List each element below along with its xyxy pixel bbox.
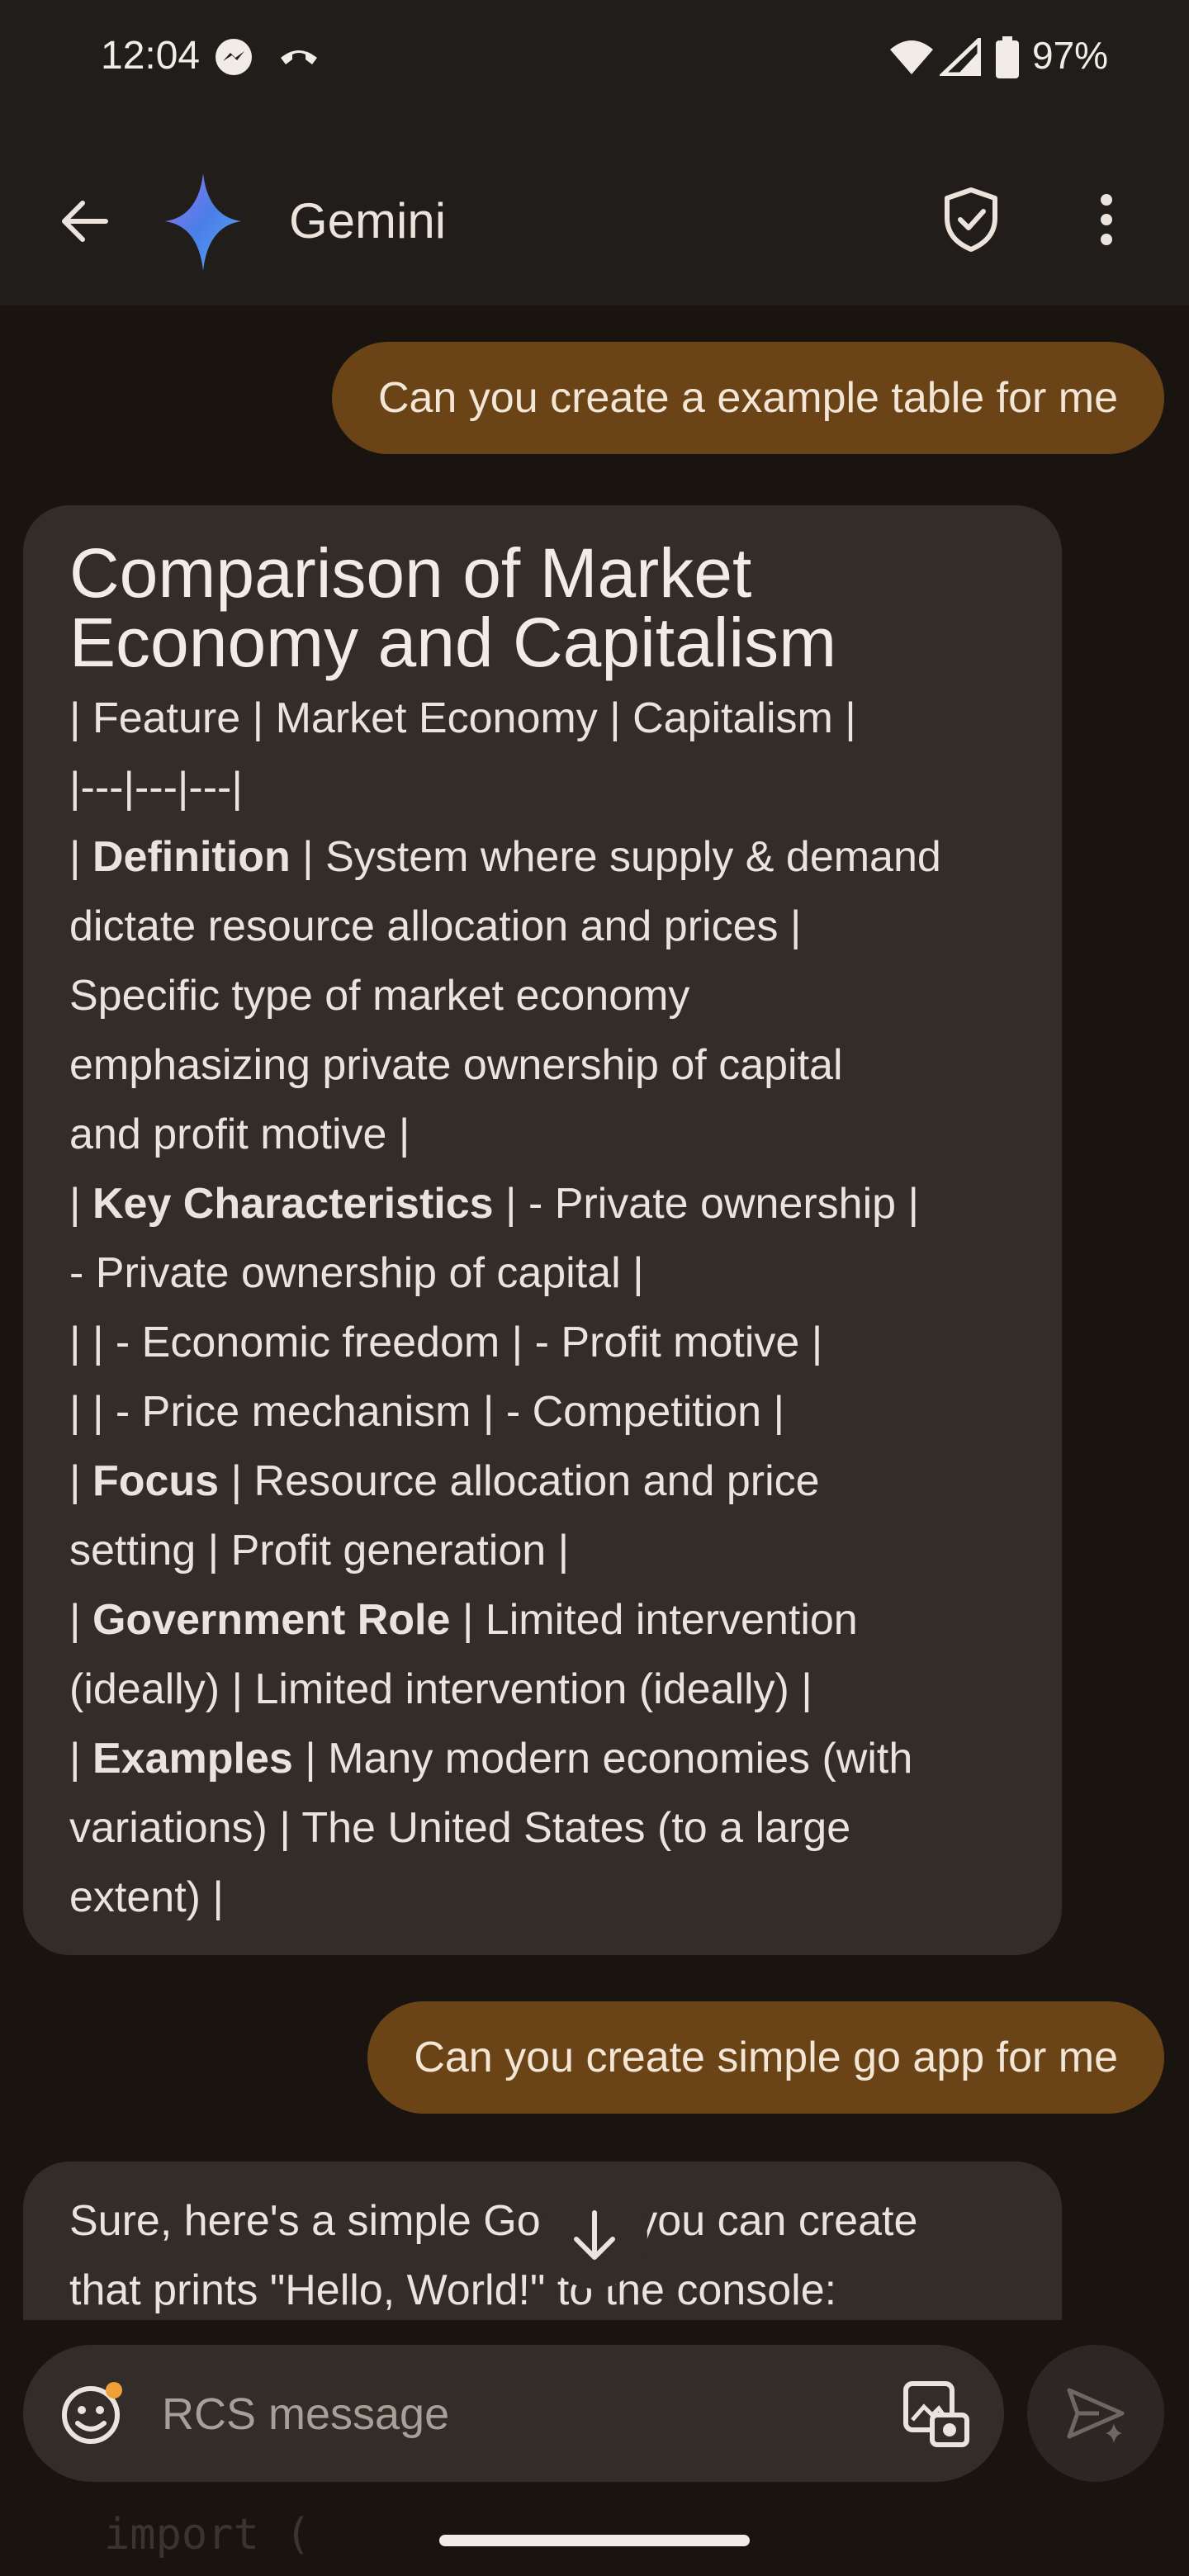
attach-media-button[interactable] — [897, 2375, 974, 2452]
user-message: Can you create a example table for me — [331, 342, 1164, 454]
wifi-icon — [888, 38, 935, 80]
status-time: 12:04 — [101, 34, 201, 78]
table-line: | Focus | Resource allocation and price — [69, 1457, 820, 1505]
home-indicator — [439, 2535, 750, 2546]
call-icon — [276, 36, 322, 82]
table-line: emphasizing private ownership of capital — [69, 1041, 843, 1089]
response-heading: Comparison of Market Economy and Capital… — [69, 538, 1016, 677]
table-line: dictate resource allocation and prices | — [69, 902, 802, 950]
scroll-to-bottom-button[interactable] — [542, 2183, 647, 2289]
table-line: | Definition | System where supply & dem… — [69, 833, 941, 881]
app-bar: Gemini — [0, 124, 1189, 305]
privacy-button[interactable] — [930, 178, 1012, 261]
row-text: | System where supply & demand — [290, 833, 941, 881]
user-message: Can you create simple go app for me — [367, 2001, 1164, 2114]
arrow-down-icon — [574, 2210, 615, 2260]
row-label: Key Characteristics — [92, 1180, 494, 1228]
send-icon — [1067, 2388, 1125, 2443]
table-line: and profit motive | — [69, 1110, 410, 1158]
row-text: | Many modern economies (with — [292, 1735, 913, 1783]
row-label: Government Role — [92, 1596, 451, 1644]
table-line: variations) | The United States (to a la… — [69, 1804, 851, 1852]
signal-icon — [937, 35, 982, 80]
emoji-button[interactable] — [56, 2377, 129, 2450]
code-preview: import ( — [104, 2510, 311, 2559]
table-line: Specific type of market economy — [69, 972, 690, 1020]
battery-percent: 97% — [1032, 34, 1109, 77]
table-line: | | - Price mechanism | - Competition | — [69, 1388, 785, 1436]
table-line: | Government Role | Limited intervention — [69, 1596, 858, 1644]
table-line: |---|---|---| — [69, 764, 243, 812]
row-label: Definition — [92, 833, 291, 881]
table-line: setting | Profit generation | — [69, 1527, 570, 1574]
assistant-message: Comparison of Market Economy and Capital… — [23, 505, 1062, 1955]
table-line: | | - Economic freedom | - Profit motive… — [69, 1319, 823, 1366]
row-label: Examples — [92, 1735, 293, 1783]
more-options-button[interactable] — [1073, 178, 1139, 261]
emoji-smile-icon — [62, 2382, 122, 2444]
table-line: | Key Characteristics | - Private owners… — [69, 1180, 920, 1228]
battery-icon — [994, 36, 1021, 83]
back-button[interactable] — [45, 182, 124, 261]
table-line: | Examples | Many modern economies (with — [69, 1735, 913, 1783]
heading-line: Economy and Capitalism — [69, 604, 837, 681]
shield-check-icon — [945, 187, 997, 252]
row-text: | - Private ownership | — [493, 1180, 920, 1228]
table-line: extent) | — [69, 1873, 224, 1921]
messenger-icon — [213, 36, 254, 82]
table-line: - Private ownership of capital | — [69, 1249, 644, 1297]
compose-field — [23, 2345, 1004, 2484]
heading-line: Comparison of Market — [69, 534, 752, 612]
table-line: (ideally) | Limited intervention (ideall… — [69, 1665, 812, 1713]
gallery-icon — [903, 2381, 969, 2447]
gemini-sparkle-icon — [165, 173, 241, 271]
row-text: | Resource allocation and price — [219, 1457, 820, 1505]
row-text: | Limited intervention — [450, 1596, 858, 1644]
gemini-logo — [162, 168, 244, 280]
send-button[interactable] — [1027, 2345, 1164, 2482]
message-input[interactable] — [160, 2345, 890, 2484]
arrow-back-icon — [62, 201, 108, 242]
row-label: Focus — [92, 1457, 220, 1505]
app-title: Gemini — [289, 193, 447, 249]
message-line: that prints "Hello, World!" to the conso… — [69, 2266, 837, 2314]
status-bar: 12:04 97% — [0, 0, 1189, 124]
table-line: | Feature | Market Economy | Capitalism … — [69, 694, 856, 742]
more-vert-icon — [1101, 194, 1112, 245]
